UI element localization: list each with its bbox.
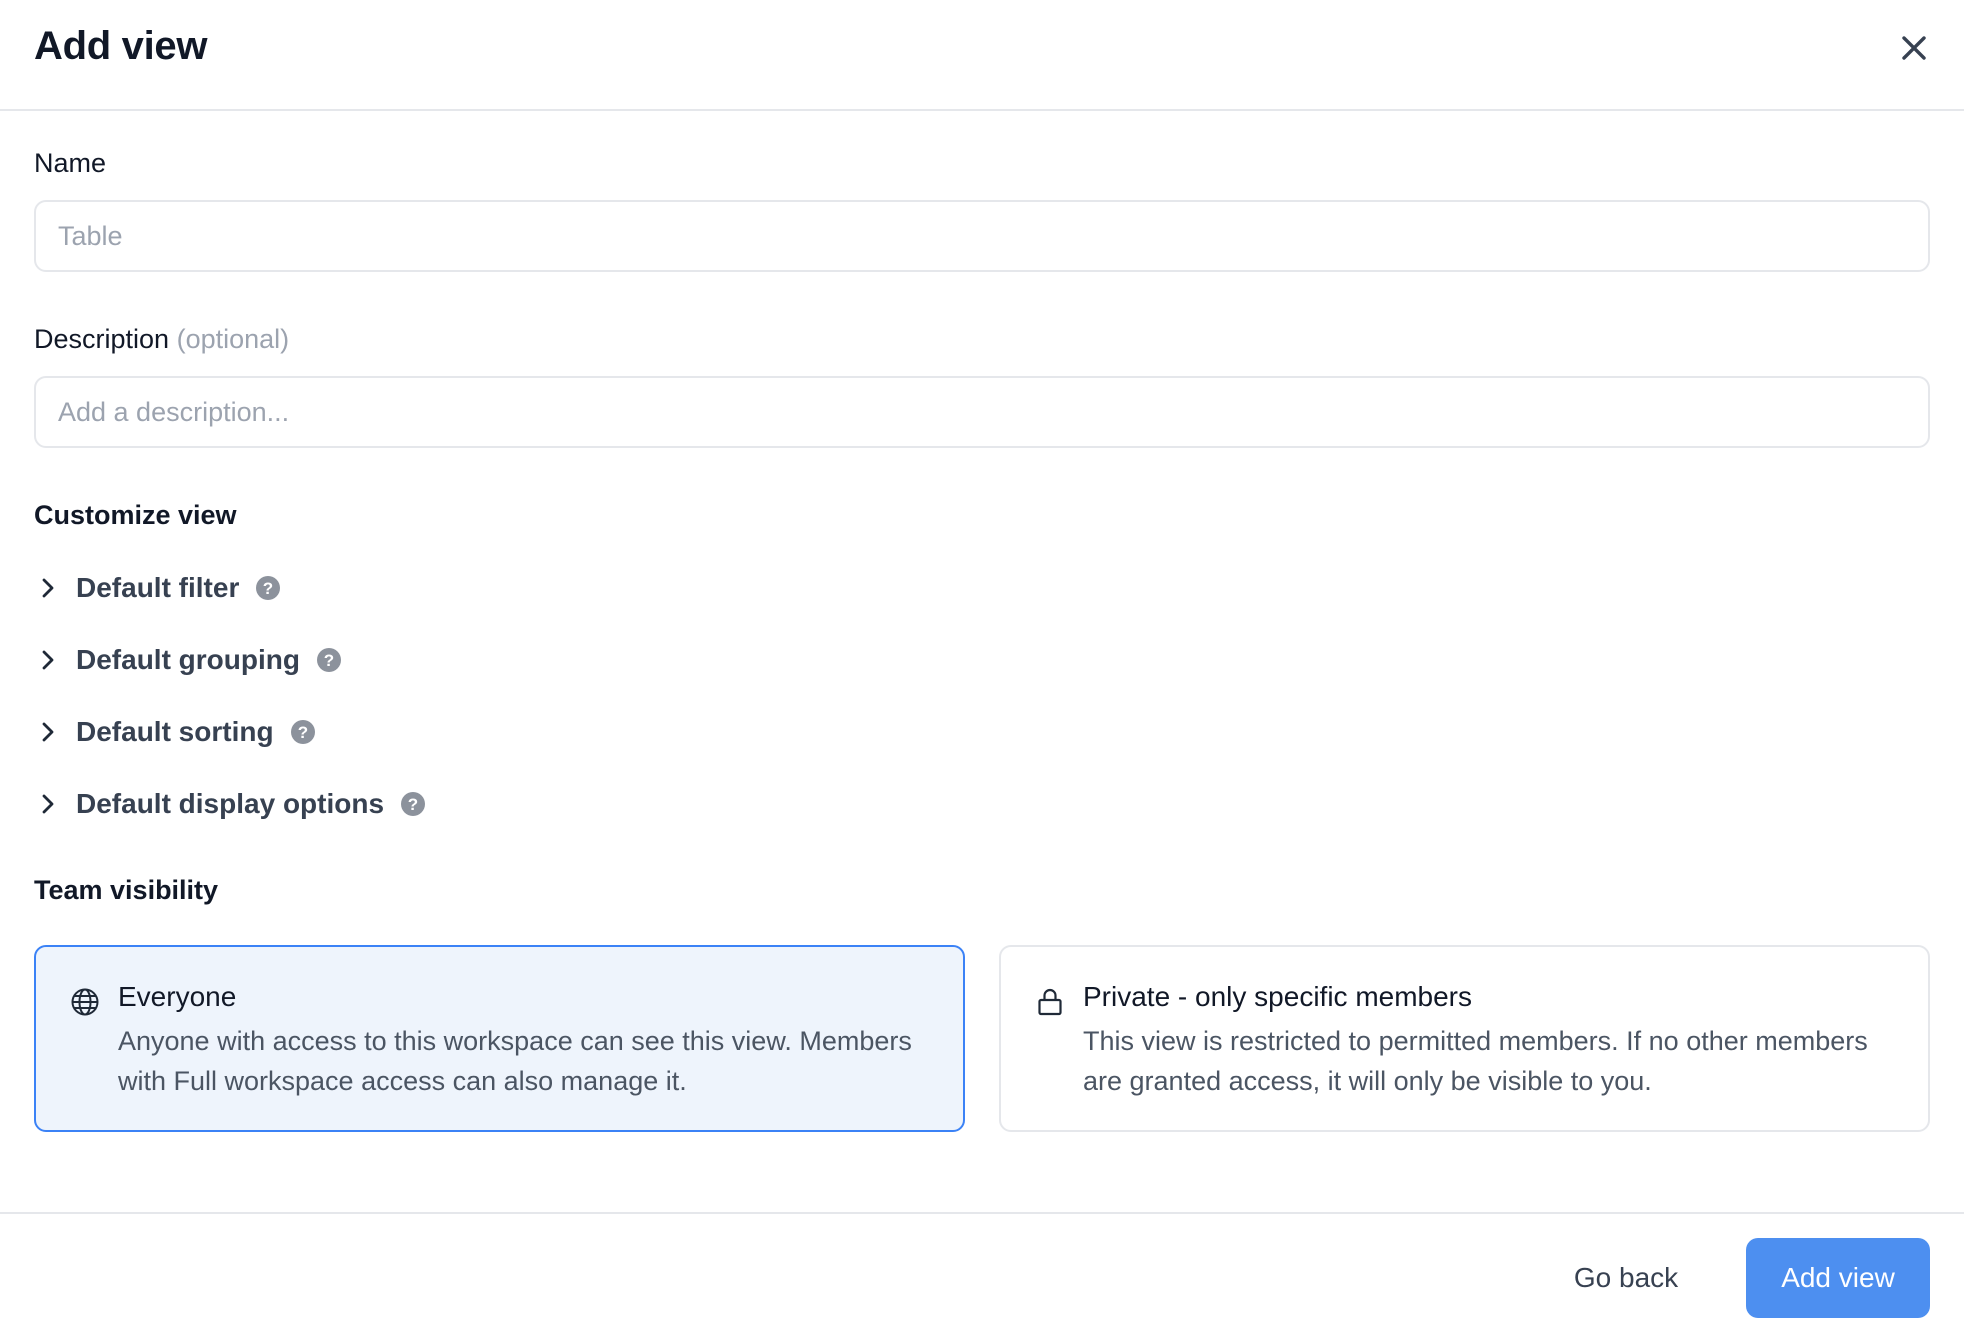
help-icon[interactable]: ? <box>290 719 316 745</box>
customize-view-heading: Customize view <box>34 500 237 530</box>
svg-text:?: ? <box>408 795 418 814</box>
add-view-button[interactable]: Add view <box>1746 1238 1930 1318</box>
description-label-text: Description <box>34 324 170 354</box>
dialog-title: Add view <box>34 24 208 68</box>
chevron-right-icon <box>42 578 54 598</box>
chevron-right-icon <box>42 722 54 742</box>
visibility-option-everyone[interactable]: Everyone Anyone with access to this work… <box>34 945 965 1132</box>
chevron-right-icon <box>42 794 54 814</box>
help-icon[interactable]: ? <box>255 575 281 601</box>
optional-hint: (optional) <box>176 324 290 354</box>
dialog-header: Add view <box>0 0 1964 111</box>
description-input[interactable] <box>34 376 1930 448</box>
help-icon[interactable]: ? <box>400 791 426 817</box>
option-title: Private - only specific members <box>1083 981 1473 1012</box>
close-button[interactable] <box>1894 28 1934 68</box>
option-label: Default sorting <box>76 716 274 747</box>
visibility-option-private[interactable]: Private - only specific members This vie… <box>999 945 1930 1132</box>
name-label: Name <box>34 148 107 178</box>
go-back-button[interactable]: Go back <box>1548 1238 1704 1318</box>
svg-text:?: ? <box>297 723 307 742</box>
option-label: Default filter <box>76 572 240 603</box>
default-filter-toggle[interactable]: Default filter ? <box>34 566 281 610</box>
option-label: Default display options <box>76 788 385 819</box>
default-sorting-toggle[interactable]: Default sorting ? <box>34 710 316 754</box>
close-icon <box>1902 36 1926 60</box>
description-label: Description (optional) <box>34 324 289 355</box>
svg-text:?: ? <box>324 651 334 670</box>
lock-icon <box>1038 988 1062 1016</box>
team-visibility-heading: Team visibility <box>34 875 219 905</box>
help-icon[interactable]: ? <box>316 647 342 673</box>
name-input[interactable] <box>34 200 1930 272</box>
chevron-right-icon <box>42 650 54 670</box>
option-description: This view is restricted to permitted mem… <box>1083 1026 1868 1096</box>
svg-text:?: ? <box>263 579 273 598</box>
default-display-options-toggle[interactable]: Default display options ? <box>34 782 426 826</box>
add-view-dialog: Add view Name Description (optional) Cus… <box>0 0 1964 1336</box>
option-description: Anyone with access to this workspace can… <box>118 1026 912 1096</box>
option-title: Everyone <box>118 981 237 1012</box>
default-grouping-toggle[interactable]: Default grouping ? <box>34 638 342 682</box>
option-label: Default grouping <box>76 644 300 675</box>
globe-icon <box>71 988 99 1016</box>
